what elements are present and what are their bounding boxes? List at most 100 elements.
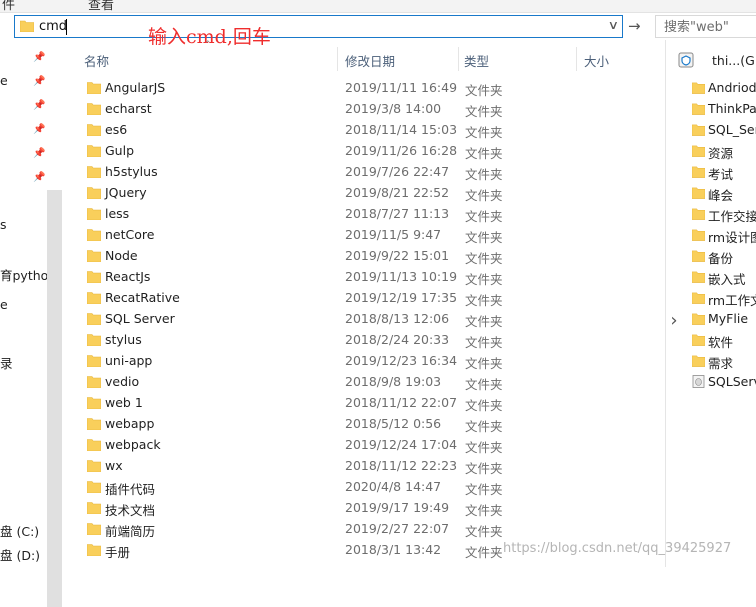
file-row[interactable]: webapp 2018/5/12 0:56 文件夹	[80, 414, 640, 435]
file-row[interactable]: webpack 2019/12/24 17:04 文件夹	[80, 435, 640, 456]
file-date: 2019/2/27 22:07	[345, 521, 450, 536]
pin-icon[interactable]: 📌	[33, 172, 45, 183]
file-row[interactable]: less 2018/7/27 11:13 文件夹	[80, 204, 640, 225]
nav-item[interactable]: e	[0, 297, 8, 312]
preview-item[interactable]: 工作交接	[690, 204, 756, 225]
file-row[interactable]: ReactJs 2019/11/13 10:19 文件夹	[80, 267, 640, 288]
file-type: 文件夹	[465, 230, 503, 245]
folder-icon	[87, 271, 101, 283]
pin-icon[interactable]: 📌	[33, 124, 45, 135]
folder-icon	[87, 208, 101, 220]
preview-item-name: 资源	[708, 146, 734, 161]
file-row[interactable]: 插件代码 2020/4/8 14:47 文件夹	[80, 477, 640, 498]
file-row[interactable]: Node 2019/9/22 15:01 文件夹	[80, 246, 640, 267]
nav-item[interactable]: 录	[0, 353, 13, 372]
file-row[interactable]: JQuery 2019/8/21 22:52 文件夹	[80, 183, 640, 204]
file-name: 手册	[105, 545, 131, 560]
file-row[interactable]: SQL Server 2018/8/13 12:06 文件夹	[80, 309, 640, 330]
preview-item[interactable]: 需求	[690, 351, 756, 372]
folder-icon	[87, 355, 101, 367]
file-row[interactable]: 前端简历 2019/2/27 22:07 文件夹	[80, 519, 640, 540]
navigation-pane: 📌 📌 📌 📌 📌 📌 e s 育python e 录 盘 (C:) 盘 (D:…	[0, 40, 63, 607]
preview-item[interactable]: 嵌入式	[690, 267, 756, 288]
file-date: 2019/11/5 9:47	[345, 227, 442, 242]
preview-item[interactable]: rm工作文	[690, 288, 756, 309]
file-type: 文件夹	[465, 419, 503, 434]
nav-drive-d[interactable]: 盘 (D:)	[0, 545, 40, 564]
preview-item[interactable]: SQL_Ser	[690, 120, 756, 141]
pin-icon[interactable]: 📌	[33, 100, 45, 111]
folder-icon	[87, 418, 101, 430]
pin-icon[interactable]: 📌	[33, 76, 45, 87]
preview-item[interactable]: 资源	[690, 141, 756, 162]
file-date: 2019/12/19 17:35	[345, 290, 458, 305]
column-header-date[interactable]: 修改日期	[338, 46, 458, 72]
address-input[interactable]: cmd	[39, 19, 67, 34]
preview-item-name: Andriod	[708, 80, 756, 95]
folder-icon	[692, 103, 705, 115]
file-row[interactable]: web 1 2018/11/12 22:07 文件夹	[80, 393, 640, 414]
ribbon-fragment[interactable]: 件	[2, 0, 15, 13]
preview-item[interactable]: ThinkPac	[690, 99, 756, 120]
nav-scrollbar[interactable]	[47, 190, 62, 607]
preview-item[interactable]: rm设计图	[690, 225, 756, 246]
file-date: 2019/12/23 16:34	[345, 353, 458, 368]
file-row[interactable]: netCore 2019/11/5 9:47 文件夹	[80, 225, 640, 246]
preview-item-name: SQL_Ser	[708, 122, 756, 137]
folder-icon	[87, 502, 101, 514]
file-type: 文件夹	[465, 209, 503, 224]
preview-item[interactable]: 备份	[690, 246, 756, 267]
file-row[interactable]: RecatRative 2019/12/19 17:35 文件夹	[80, 288, 640, 309]
pin-icon[interactable]: 📌	[33, 148, 45, 159]
file-type: 文件夹	[465, 482, 503, 497]
file-row[interactable]: es6 2018/11/14 15:03 文件夹	[80, 120, 640, 141]
nav-item[interactable]: s	[0, 217, 7, 232]
ribbon-fragment[interactable]: 查看	[88, 0, 114, 13]
chevron-right-icon[interactable]: ›	[664, 310, 684, 340]
file-row[interactable]: uni-app 2019/12/23 16:34 文件夹	[80, 351, 640, 372]
preview-item-name: 嵌入式	[708, 272, 746, 287]
folder-icon	[692, 229, 705, 241]
file-type: 文件夹	[465, 335, 503, 350]
address-bar[interactable]: cmd ∨	[14, 15, 623, 38]
preview-item[interactable]: Andriod	[690, 78, 756, 99]
chevron-down-icon[interactable]: ∨	[608, 18, 619, 32]
preview-item[interactable]: 软件	[690, 330, 756, 351]
file-row[interactable]: vedio 2018/9/8 19:03 文件夹	[80, 372, 640, 393]
preview-item-name: 考试	[708, 167, 734, 182]
preview-item-name: rm工作文	[708, 293, 756, 308]
search-box[interactable]	[655, 15, 756, 38]
file-row[interactable]: echarst 2019/3/8 14:00 文件夹	[80, 99, 640, 120]
pane-divider[interactable]	[665, 40, 666, 567]
nav-item[interactable]: e	[0, 73, 8, 88]
column-header-name[interactable]: 名称	[80, 46, 336, 72]
folder-icon	[87, 544, 101, 556]
file-row[interactable]: Gulp 2019/11/26 16:28 文件夹	[80, 141, 640, 162]
file-row[interactable]: wx 2018/11/12 22:23 文件夹	[80, 456, 640, 477]
file-row[interactable]: h5stylus 2019/7/26 22:47 文件夹	[80, 162, 640, 183]
file-date: 2019/11/26 16:28	[345, 143, 458, 158]
column-header-type[interactable]: 类型	[459, 46, 576, 72]
preview-item[interactable]: SQLServ	[690, 372, 756, 393]
drive-item[interactable]: thi...(G:)	[676, 50, 756, 72]
preview-item[interactable]: 峰会	[690, 183, 756, 204]
pin-icon[interactable]: 📌	[33, 52, 45, 63]
file-row[interactable]: stylus 2018/2/24 20:33 文件夹	[80, 330, 640, 351]
search-input[interactable]	[656, 17, 756, 38]
file-date: 2018/11/12 22:23	[345, 458, 458, 473]
go-arrow-icon[interactable]: →	[628, 17, 641, 35]
file-name: netCore	[105, 227, 155, 242]
file-row[interactable]: 技术文档 2019/9/17 19:49 文件夹	[80, 498, 640, 519]
folder-icon	[692, 334, 705, 346]
column-header-size[interactable]: 大小	[577, 46, 657, 72]
preview-item-name: MyFlie	[708, 311, 749, 326]
preview-item[interactable]: MyFlie	[690, 309, 756, 330]
preview-item[interactable]: 考试	[690, 162, 756, 183]
folder-icon	[692, 166, 705, 178]
folder-icon	[87, 439, 101, 451]
file-type: 文件夹	[465, 503, 503, 518]
file-type: 文件夹	[465, 125, 503, 140]
nav-drive-c[interactable]: 盘 (C:)	[0, 521, 39, 540]
file-name: vedio	[105, 374, 140, 389]
file-row[interactable]: AngularJS 2019/11/11 16:49 文件夹	[80, 78, 640, 99]
